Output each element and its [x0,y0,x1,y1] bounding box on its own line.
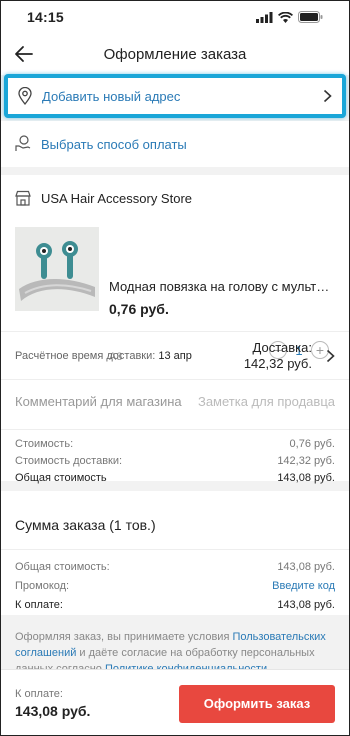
delivery-cost-value: 142,32 руб. [243,355,312,371]
product-title[interactable]: Модная повязка на голову с мультя... [109,279,331,294]
terms-text: Оформляя заказ, вы принимаете условия [15,631,233,643]
product-image[interactable] [15,227,99,311]
cost-label: Общая стоимость [15,472,107,484]
chevron-right-icon [326,349,335,362]
store-comment-row: Комментарий для магазина [1,379,349,423]
cost-label: Стоимость доставки: [15,455,123,467]
bottom-pay-block: К оплате: 143,08 руб. [15,688,90,719]
cost-value: 142,32 руб. [277,455,335,467]
delivery-time-label: Расчётное время доставки: [15,349,156,362]
terms-notice: Оформляя заказ, вы принимаете условия По… [1,623,349,673]
delivery-cost-label: Доставка: [252,339,312,355]
summary-pay-label: К оплате: [15,599,63,611]
chevron-right-icon [323,89,332,103]
status-icons [256,11,323,23]
signal-icon [256,11,273,23]
store-name: USA Hair Accessory Store [41,190,192,206]
wifi-icon [278,11,293,23]
product-item: Модная повязка на голову с мультя... 0,7… [1,221,349,363]
enter-promo-code-link[interactable]: Введите код [272,577,335,596]
store-card: USA Hair Accessory Store Модная повязка … [1,175,349,484]
store-icon [15,190,31,206]
checkout-screen: 14:15 Оформление заказа Добавить новый а… [0,0,350,736]
order-summary-title: Сумма заказа (1 тов.) [15,517,156,533]
checkout-bottom-bar: К оплате: 143,08 руб. Оформить заказ [1,669,349,735]
delivery-time: Расчётное время доставки: 13 апр [15,350,192,362]
payment-hand-coin-icon [15,135,31,151]
add-address-label: Добавить новый адрес [42,88,181,104]
order-summary-lines: Общая стоимость: 143,08 руб. Промокод: В… [1,549,349,615]
cost-line-item: Стоимость: 0,76 руб. [15,436,335,453]
summary-total-value: 143,08 руб. [277,561,335,573]
delivery-row[interactable]: Расчётное время доставки: 13 апр Доставк… [1,331,349,379]
order-summary-card: Сумма заказа (1 тов.) Общая стоимость: 1… [1,491,349,615]
bottom-pay-label: К оплате: [15,688,63,700]
page-title: Оформление заказа [103,45,247,63]
delivery-cost: Доставка: 142,32 руб. [244,340,312,372]
promo-label: Промокод: [15,580,70,592]
back-arrow-icon[interactable] [13,43,35,65]
cost-line-shipping: Стоимость доставки: 142,32 руб. [15,453,335,470]
add-address-row[interactable]: Добавить новый адрес [4,74,346,118]
summary-total-label: Общая стоимость: [15,561,110,573]
summary-pay-line: К оплате: 143,08 руб. [15,596,335,615]
summary-promo-line: Промокод: Введите код [15,577,335,596]
store-comment-label: Комментарий для магазина [15,394,182,409]
status-time: 14:15 [27,9,64,25]
product-price: 0,76 руб. [109,301,169,317]
seller-note-input[interactable] [195,394,335,409]
headband-image [15,227,99,311]
location-pin-icon [18,87,32,105]
status-bar: 14:15 [1,1,349,33]
summary-total-line: Общая стоимость: 143,08 руб. [15,558,335,577]
select-payment-row[interactable]: Выбрать способ оплаты [1,121,349,167]
store-header: USA Hair Accessory Store [1,175,349,221]
delivery-time-value: 13 апр [158,349,192,362]
cost-value: 0,76 руб. [289,438,335,450]
select-payment-label: Выбрать способ оплаты [41,136,187,152]
battery-icon [298,11,323,23]
bottom-pay-amount: 143,08 руб. [15,703,91,719]
cost-value: 143,08 руб. [277,472,335,484]
place-order-button[interactable]: Оформить заказ [179,684,335,723]
cost-breakdown: Стоимость: 0,76 руб. Стоимость доставки:… [1,429,349,487]
cost-label: Стоимость: [15,438,74,450]
summary-pay-value: 143,08 руб. [277,599,335,611]
app-header: Оформление заказа [1,33,349,75]
cost-line-total: Общая стоимость 143,08 руб. [15,470,335,487]
